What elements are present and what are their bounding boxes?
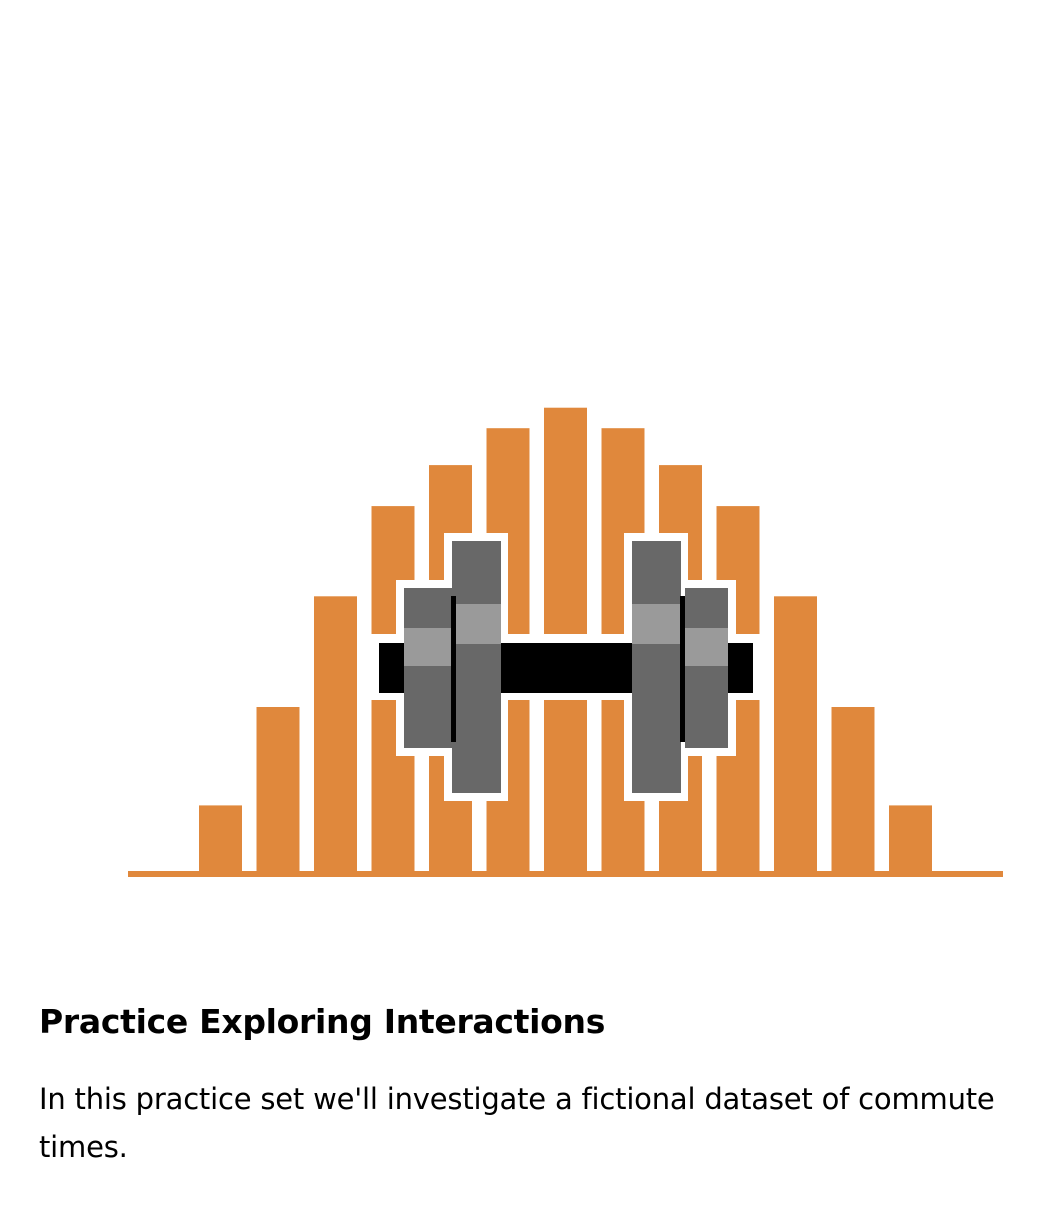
histogram-bar bbox=[831, 707, 875, 871]
practice-card[interactable]: Practice Exploring Interactions In this … bbox=[0, 0, 1058, 1222]
plate-highlight bbox=[452, 604, 501, 644]
histogram-dumbbell-illustration bbox=[128, 407, 1003, 877]
plate-edge bbox=[451, 596, 456, 742]
right-outer-plate bbox=[632, 541, 681, 793]
plate-highlight bbox=[632, 604, 681, 644]
left-outer-plate bbox=[452, 541, 501, 793]
card-title[interactable]: Practice Exploring Interactions bbox=[39, 998, 605, 1046]
plate-highlight bbox=[404, 628, 454, 666]
card-description: In this practice set we'll investigate a… bbox=[39, 1082, 995, 1164]
hero-illustration bbox=[0, 0, 1058, 960]
left-inner-plate bbox=[404, 588, 454, 748]
histogram-bar bbox=[256, 707, 300, 871]
histogram-bar bbox=[774, 596, 817, 871]
plate-edge bbox=[680, 596, 685, 742]
histogram-bar bbox=[889, 805, 932, 871]
histogram-baseline bbox=[128, 871, 1003, 877]
histogram-bar bbox=[199, 805, 242, 871]
right-inner-plate bbox=[685, 588, 728, 748]
histogram-bar bbox=[314, 596, 357, 871]
plate-highlight bbox=[685, 628, 728, 666]
